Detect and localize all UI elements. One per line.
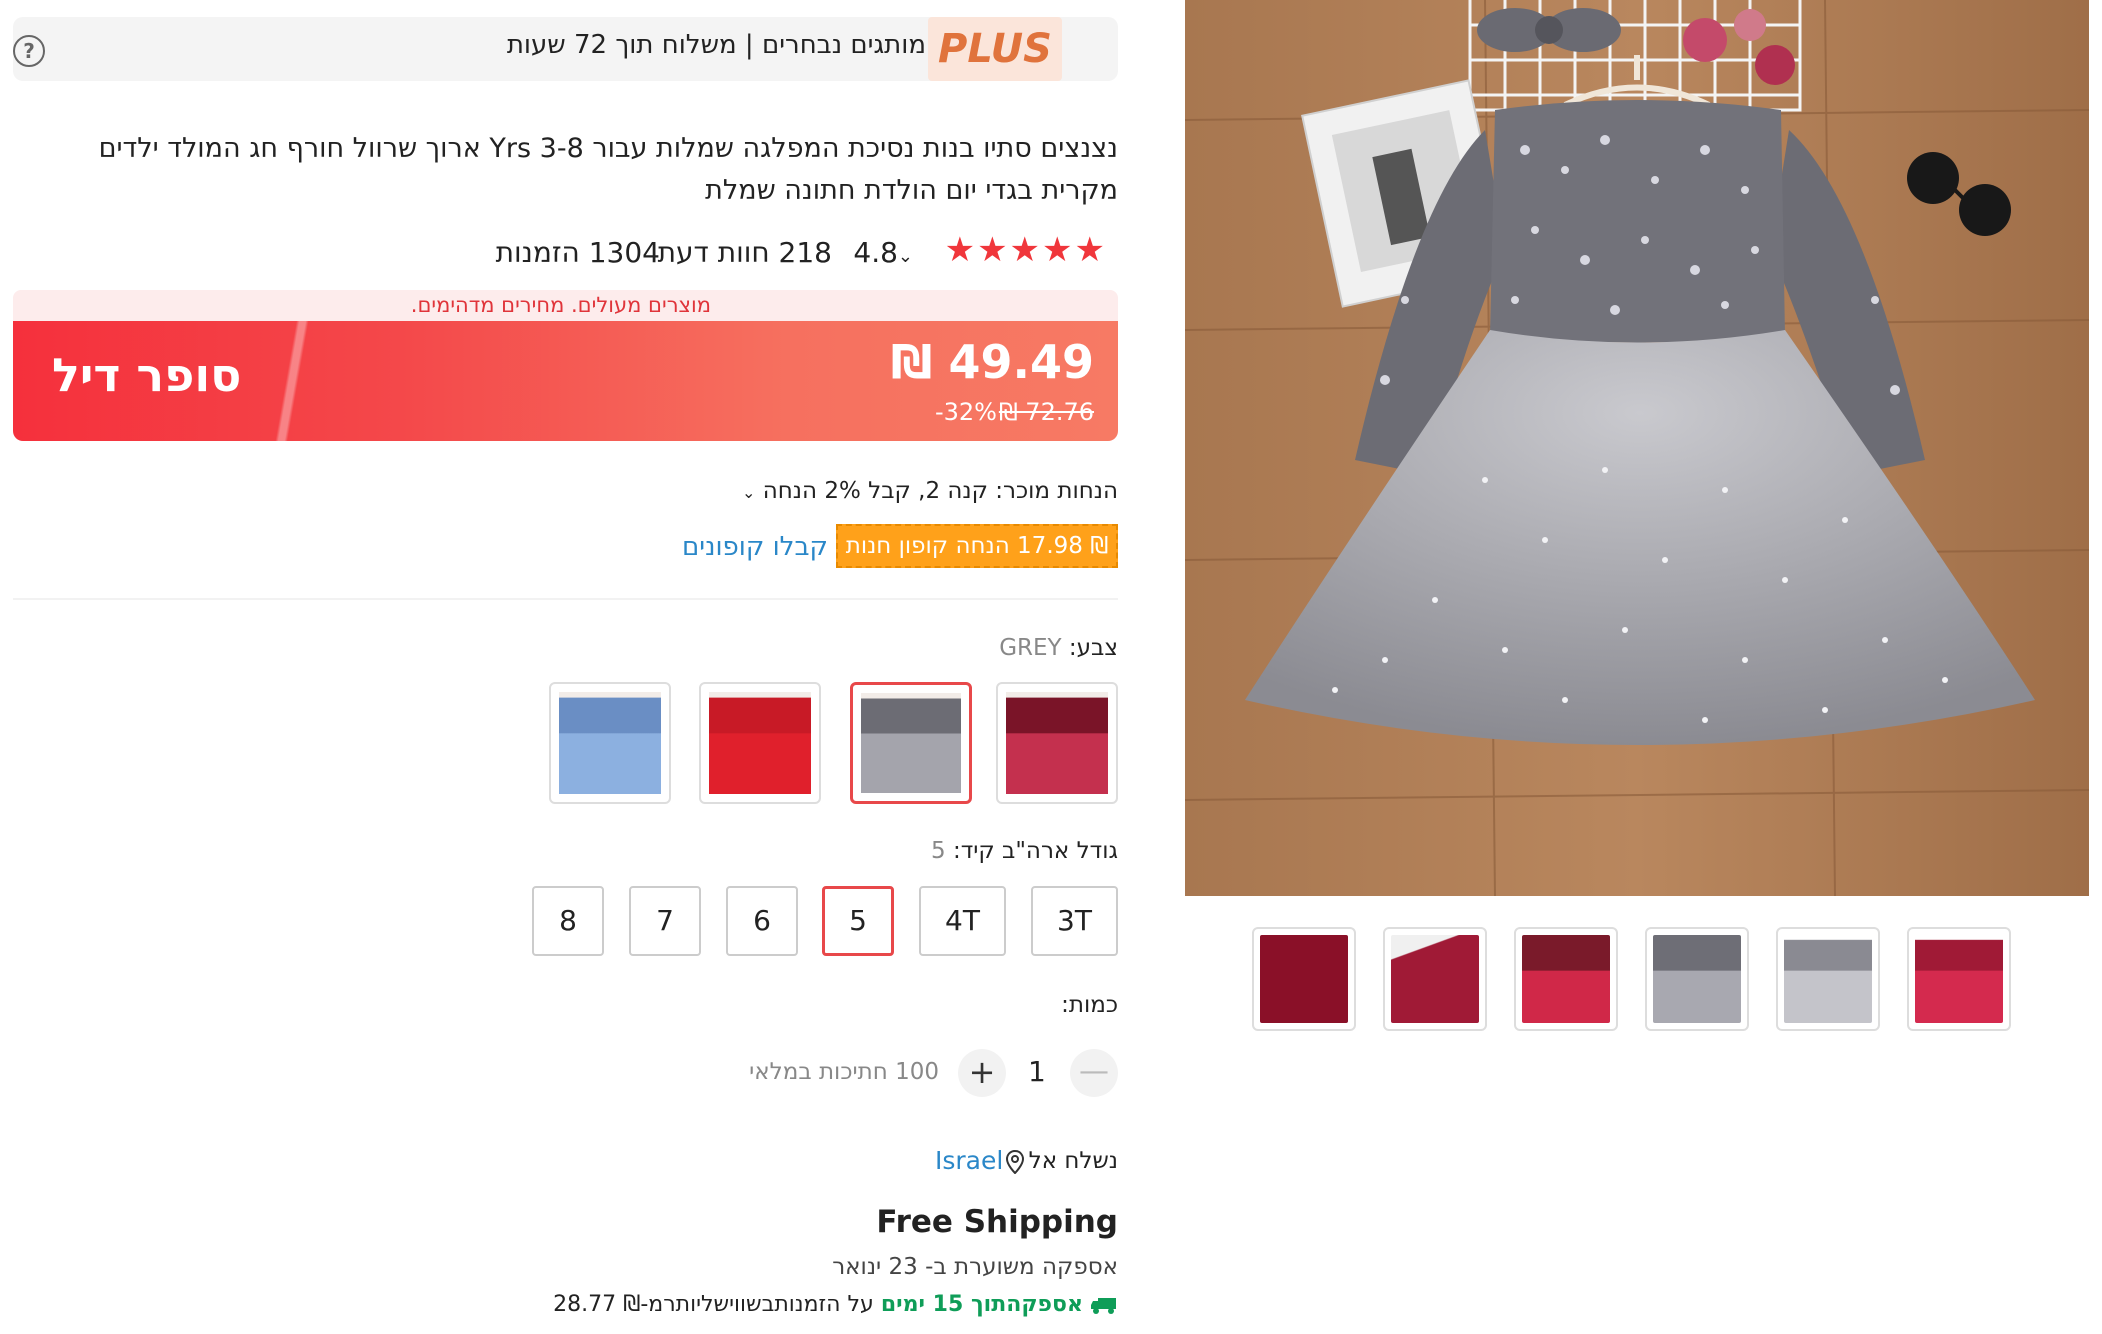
stock-available: 100 חתיכות במלאי — [749, 1059, 939, 1085]
rating-value[interactable]: 4.8⌄ — [853, 236, 913, 269]
current-price: ₪ 49.49 — [890, 335, 1094, 389]
dress-photo — [1185, 0, 2089, 896]
size-option-4t[interactable]: 4T — [919, 886, 1006, 956]
location-pin-icon — [1006, 1150, 1024, 1174]
deal-divider — [272, 321, 312, 441]
fast-delivery-condition: על הזמנותבשווישליותרמ-₪ 28.77 — [553, 1292, 881, 1317]
fast-delivery-line: אספקהתוך 15 ימים על הזמנותבשווישליותרמ-₪… — [553, 1292, 1118, 1317]
seller-discounts-text: הנחות מוכר: קנה 2, קבל 2% הנחה — [762, 478, 1118, 504]
gallery-thumb-2[interactable] — [1383, 927, 1487, 1031]
gallery-thumb-6[interactable] — [1907, 927, 2011, 1031]
size-value: 5 — [931, 838, 946, 864]
fast-delivery-text: אספקהתוך 15 ימים — [880, 1292, 1083, 1317]
original-price: ₪ 72.76 — [998, 398, 1094, 426]
color-swatch-red-velvet[interactable] — [996, 682, 1118, 804]
seller-discounts[interactable]: הנחות מוכר: קנה 2, קבל 2% הנחה ⌄ — [742, 478, 1118, 504]
quantity-value[interactable]: 1 — [1028, 1055, 1046, 1088]
orders-count: 1304 הזמנות — [495, 236, 660, 269]
color-value: GREY — [999, 635, 1062, 661]
get-coupons-link[interactable]: קבלו קופונים — [682, 532, 828, 562]
rating-stars: ★★★★★ — [944, 230, 1107, 270]
quantity-increase-button[interactable]: + — [958, 1049, 1006, 1097]
super-deal-label: סופר דיל — [52, 348, 242, 402]
gallery-thumb-5[interactable] — [1776, 927, 1880, 1031]
rating-number: 4.8 — [853, 236, 898, 269]
chevron-down-icon: ⌄ — [741, 483, 756, 502]
ship-country-link[interactable]: Israel — [935, 1146, 1003, 1175]
product-title: נצנצים סתיו בנות נסיכת המפלגה שמלות עבור… — [98, 133, 1118, 206]
size-label-text: גודל ארה"ב קיד: — [945, 838, 1118, 864]
size-option-6[interactable]: 6 — [726, 886, 798, 956]
truck-icon — [1091, 1298, 1116, 1314]
estimated-delivery: אספקה משוערת ב- 23 ינואר — [832, 1254, 1118, 1280]
plus-logo: PLUS — [928, 17, 1062, 81]
section-divider — [13, 598, 1118, 600]
chevron-down-icon: ⌄ — [897, 246, 913, 267]
reviews-count[interactable]: 218 חוות דעת — [658, 236, 832, 269]
color-swatch-grey[interactable] — [850, 682, 972, 804]
color-label: צבע: GREY — [999, 635, 1118, 661]
question-icon[interactable]: ? — [13, 35, 45, 67]
quantity-label: כמות: — [1061, 992, 1118, 1018]
size-option-5[interactable]: 5 — [822, 886, 894, 956]
size-option-3t[interactable]: 3T — [1031, 886, 1118, 956]
free-shipping-title: Free Shipping — [876, 1204, 1118, 1240]
color-swatch-blue[interactable] — [549, 682, 671, 804]
color-label-text: צבע: — [1061, 635, 1118, 661]
quantity-decrease-button[interactable]: — — [1070, 1049, 1118, 1097]
gallery-thumb-1[interactable] — [1252, 927, 1356, 1031]
promo-text: מוצרים מעולים. מחירים מדהימים. — [410, 293, 711, 317]
ship-to-label: נשלח אל — [1028, 1148, 1118, 1174]
store-coupon-chip[interactable]: ₪ 17.98 הנחה קופון חנות — [836, 524, 1118, 568]
size-option-7[interactable]: 7 — [629, 886, 701, 956]
discount-percent: -32% — [934, 398, 997, 426]
size-option-8[interactable]: 8 — [532, 886, 604, 956]
gallery-thumb-3[interactable] — [1514, 927, 1618, 1031]
gallery-thumb-4[interactable] — [1645, 927, 1749, 1031]
plus-benefits-text: מותגים נבחרים | משלוח תוך 72 שעות — [506, 30, 926, 60]
main-product-image[interactable] — [1185, 0, 2089, 896]
color-swatch-red[interactable] — [699, 682, 821, 804]
size-label: גודל ארה"ב קיד: 5 — [931, 838, 1118, 864]
